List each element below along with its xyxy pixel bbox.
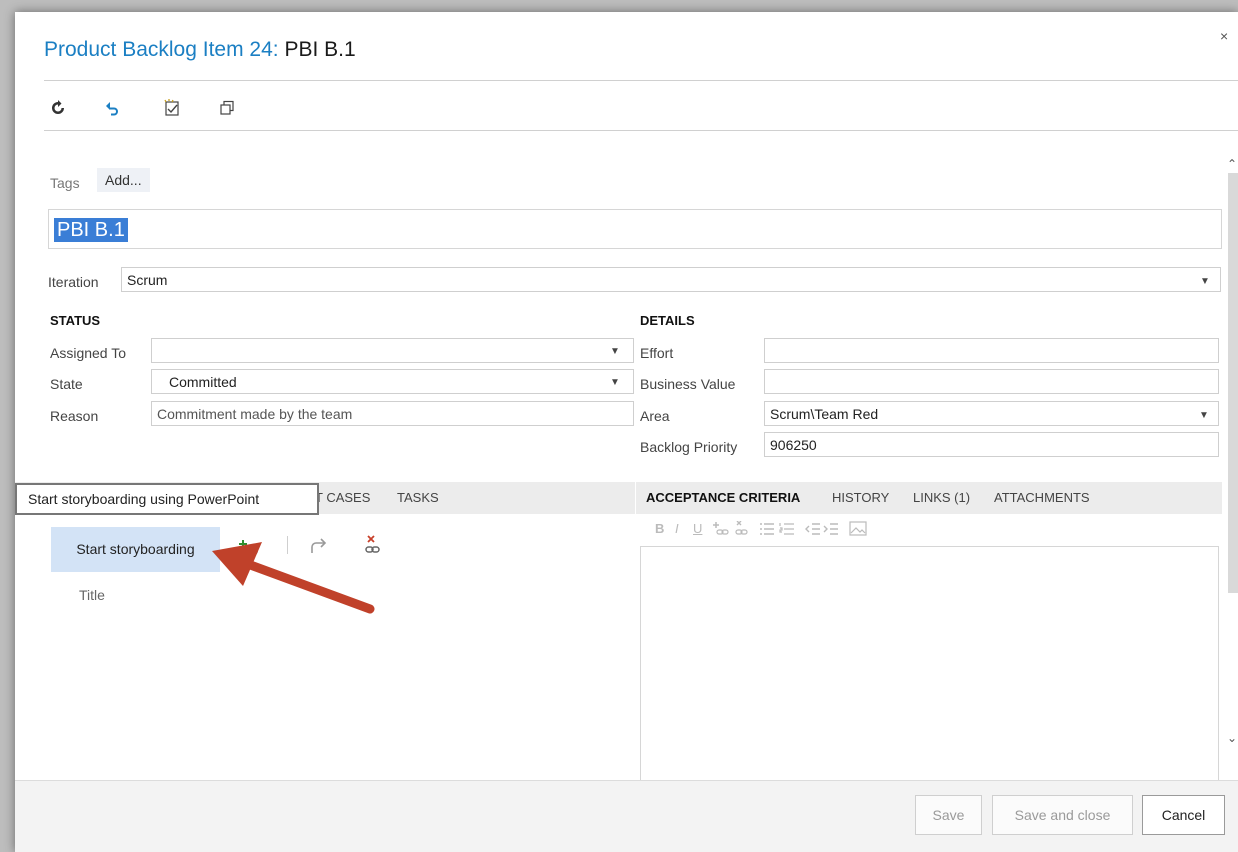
- tags-label: Tags: [50, 175, 80, 191]
- reason-value: Commitment made by the team: [157, 406, 353, 422]
- tab-history[interactable]: HISTORY: [832, 490, 889, 505]
- increase-indent-icon[interactable]: [823, 521, 839, 537]
- iteration-value: Scrum: [127, 272, 168, 288]
- dialog-title-name: PBI B.1: [284, 38, 356, 61]
- tab-acceptance-criteria[interactable]: ACCEPTANCE CRITERIA: [646, 490, 800, 505]
- storyboard-tooltip: Start storyboarding using PowerPoint: [15, 483, 319, 515]
- dialog-title: Product Backlog Item 24: PBI B.1: [44, 38, 356, 62]
- business-value-input[interactable]: [764, 369, 1219, 394]
- area-select[interactable]: Scrum\Team Red: [764, 401, 1219, 426]
- assigned-to-select[interactable]: [151, 338, 634, 363]
- remove-link-icon[interactable]: [733, 521, 751, 537]
- assigned-to-dropdown-icon[interactable]: ▼: [610, 346, 620, 357]
- link-new-storyboard-icon[interactable]: [239, 538, 261, 561]
- reason-label: Reason: [50, 408, 99, 424]
- tab-tasks[interactable]: TASKS: [397, 490, 439, 505]
- close-icon[interactable]: ×: [1220, 28, 1228, 44]
- state-dropdown-icon[interactable]: ▼: [610, 377, 620, 388]
- unlink-storyboard-icon[interactable]: [363, 535, 383, 560]
- assigned-to-label: Assigned To: [50, 345, 127, 361]
- tab-links[interactable]: LINKS (1): [913, 490, 970, 505]
- backlog-priority-value: 906250: [770, 437, 817, 453]
- business-value-label: Business Value: [640, 376, 736, 392]
- state-label: State: [50, 376, 83, 392]
- refresh-icon[interactable]: [48, 98, 68, 118]
- title-input[interactable]: PBI B.1: [48, 209, 1222, 249]
- status-heading: STATUS: [50, 313, 101, 328]
- undo-icon[interactable]: [104, 98, 124, 118]
- tags-add-button[interactable]: Add...: [97, 168, 150, 192]
- details-heading: DETAILS: [640, 313, 695, 328]
- title-input-value: PBI B.1: [54, 218, 128, 242]
- form-content: Tags Add... PBI B.1 Iteration Scrum ▼ ST…: [15, 133, 1238, 793]
- cancel-button[interactable]: Cancel: [1142, 795, 1225, 835]
- form-scrollbar-thumb[interactable]: [1228, 173, 1238, 593]
- work-item-dialog: Product Backlog Item 24: PBI B.1 × Tags …: [15, 12, 1238, 852]
- save-and-close-button[interactable]: Save and close: [992, 795, 1133, 835]
- underline-icon[interactable]: U: [693, 521, 702, 536]
- reason-field[interactable]: Commitment made by the team: [151, 401, 634, 426]
- save-button[interactable]: Save: [915, 795, 982, 835]
- right-tabs-bar: ACCEPTANCE CRITERIA HISTORY LINKS (1) AT…: [636, 482, 1222, 514]
- decrease-indent-icon[interactable]: [805, 521, 821, 537]
- template-icon[interactable]: [162, 98, 182, 118]
- state-select[interactable]: Committed: [151, 369, 634, 394]
- toolbar-divider: [44, 130, 1238, 131]
- numbered-list-icon[interactable]: [779, 521, 795, 537]
- bold-icon[interactable]: B: [655, 521, 664, 536]
- iteration-dropdown-icon[interactable]: ▼: [1200, 276, 1210, 287]
- copy-icon[interactable]: [217, 98, 237, 118]
- scroll-down-icon[interactable]: ⌄: [1227, 731, 1237, 745]
- italic-icon[interactable]: I: [675, 521, 679, 536]
- bullet-list-icon[interactable]: [759, 521, 775, 537]
- area-value: Scrum\Team Red: [770, 406, 879, 422]
- header-divider: [44, 80, 1238, 81]
- dialog-footer: Save Save and close Cancel: [15, 780, 1238, 852]
- dialog-title-prefix: Product Backlog Item 24:: [44, 38, 285, 61]
- area-label: Area: [640, 408, 670, 424]
- redo-open-icon[interactable]: [309, 537, 329, 558]
- insert-image-icon[interactable]: [849, 521, 867, 537]
- area-dropdown-icon[interactable]: ▼: [1199, 410, 1209, 421]
- backlog-priority-label: Backlog Priority: [640, 439, 738, 455]
- insert-link-icon[interactable]: [713, 521, 731, 537]
- effort-label: Effort: [640, 345, 674, 361]
- acceptance-criteria-editor[interactable]: [640, 546, 1219, 793]
- iteration-select[interactable]: Scrum: [121, 267, 1221, 292]
- start-storyboarding-button[interactable]: Start storyboarding: [51, 527, 220, 572]
- storyboard-title-column: Title: [79, 587, 105, 603]
- backlog-priority-input[interactable]: 906250: [764, 432, 1219, 457]
- tab-test-cases[interactable]: T CASES: [315, 490, 370, 505]
- dialog-header: Product Backlog Item 24: PBI B.1 ×: [15, 12, 1238, 82]
- effort-input[interactable]: [764, 338, 1219, 363]
- tab-attachments[interactable]: ATTACHMENTS: [994, 490, 1090, 505]
- toolbar-separator: [287, 536, 288, 554]
- scroll-up-icon[interactable]: ⌃: [1227, 157, 1237, 171]
- state-value: Committed: [169, 374, 237, 390]
- iteration-label: Iteration: [48, 274, 99, 290]
